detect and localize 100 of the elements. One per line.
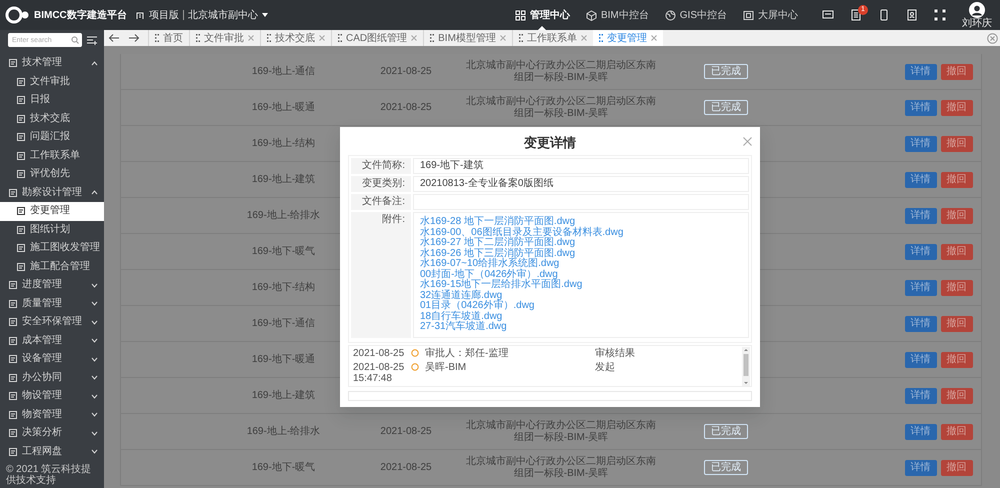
tab[interactable]: 文件审批 (189, 30, 260, 46)
cube-icon (586, 10, 597, 20)
chevron-down-icon (91, 412, 98, 418)
details-button[interactable]: 详情 (904, 172, 936, 188)
logo-icon[interactable] (4, 5, 30, 25)
details-button[interactable]: 详情 (904, 316, 936, 332)
menu-item[interactable]: 评优创先 (0, 165, 104, 184)
revoke-button[interactable]: 撤回 (940, 460, 972, 476)
revoke-button[interactable]: 撤回 (940, 280, 972, 296)
revoke-button[interactable]: 撤回 (940, 136, 972, 152)
details-button[interactable]: 详情 (904, 424, 936, 440)
details-button[interactable]: 详情 (904, 388, 936, 404)
attachment-link[interactable]: 水169-00、06图纸目录及主要设备材料表.dwg (420, 228, 742, 238)
chevron-down-icon (91, 375, 98, 380)
chevron-down-icon (91, 338, 98, 344)
scrollbar[interactable] (742, 346, 750, 386)
revoke-button[interactable]: 撤回 (940, 208, 972, 224)
attachment-link[interactable]: 01目录（0426外审）.dwg (420, 301, 742, 312)
back-icon[interactable] (108, 33, 120, 43)
table-cell: 2021-08-25 (380, 426, 432, 437)
menu-item[interactable]: 施工图收发管理 (0, 239, 104, 258)
menu-toggle-icon[interactable] (86, 35, 98, 45)
details-button[interactable]: 详情 (904, 136, 936, 152)
attachment-link[interactable]: 32连通道连廊.dwg (420, 290, 742, 301)
revoke-button[interactable]: 撤回 (940, 100, 972, 116)
menu-group[interactable]: 安全环保管理 (0, 313, 104, 332)
menu-item[interactable]: 施工配合管理 (0, 258, 104, 276)
attachment-link[interactable]: 27-31汽车坡道.dwg (420, 322, 742, 332)
menu-group[interactable]: 勘察设计管理 (0, 184, 104, 202)
modal-title: 变更详情 (523, 134, 577, 152)
menu-item[interactable]: 变更管理 (0, 202, 104, 220)
menu-item[interactable]: 日报 (0, 91, 104, 110)
menu-group[interactable]: 设备管理 (0, 350, 104, 368)
menu-group[interactable]: 物设管理 (0, 387, 104, 406)
table-cell-text: 北京城市副中心行政办公区二期启动区东南组团一标段-BIM-吴晖 (465, 420, 657, 444)
details-button[interactable]: 详情 (904, 460, 936, 476)
attachment-link[interactable]: 18自行车坡道.dwg (420, 312, 742, 322)
grid-icon (514, 10, 526, 20)
edition-label: 项目版 (148, 10, 179, 20)
attachment-link[interactable]: 水169-26 地下三层消防平面图.dwg (420, 248, 742, 259)
document-icon (8, 354, 18, 364)
table-cell-text: 北京城市副中心行政办公区二期启动区东南组团一标段-BIM-吴晖 (465, 60, 657, 84)
project-selector[interactable]: 北京城市副中心 (188, 10, 268, 20)
revoke-button[interactable]: 撤回 (940, 388, 972, 404)
attachment-link[interactable]: 水169-27 地下二层消防平面图.dwg (420, 238, 742, 248)
menu-item[interactable]: 技术交底 (0, 110, 104, 128)
nav-link[interactable]: GIS中控台 (664, 0, 727, 30)
document-icon (8, 391, 18, 402)
table-cell-text: 北京城市副中心行政办公区二期启动区东南组团一标段-BIM-吴晖 (465, 96, 657, 120)
menu-group[interactable]: 成本管理 (0, 332, 104, 350)
tab[interactable]: 技术交底 (260, 30, 331, 46)
apps-icon[interactable] (934, 9, 946, 21)
attachment-link[interactable]: 水169-28 地下一层消防平面图.dwg (420, 217, 742, 228)
details-button[interactable]: 详情 (904, 352, 936, 368)
search-icon[interactable] (71, 36, 79, 44)
menu-group[interactable]: 质量管理 (0, 294, 104, 313)
details-button[interactable]: 详情 (904, 280, 936, 296)
document-icon (8, 446, 18, 457)
document-icon (8, 298, 18, 309)
revoke-button[interactable]: 撤回 (940, 316, 972, 332)
menu-group[interactable]: 技术管理 (0, 54, 104, 72)
tab[interactable]: BIM模型管理 (423, 30, 512, 46)
revoke-button[interactable]: 撤回 (940, 352, 972, 368)
details-button[interactable]: 详情 (904, 64, 936, 80)
tab[interactable]: CAD图纸管理 (331, 30, 424, 46)
menu-item[interactable]: 图纸计划 (0, 220, 104, 239)
menu-group[interactable]: 办公协同 (0, 368, 104, 387)
tab[interactable]: 首页 (148, 30, 189, 46)
details-button[interactable]: 详情 (904, 244, 936, 260)
avatar-icon[interactable] (969, 2, 985, 18)
menu-item[interactable]: 问题汇报 (0, 128, 104, 146)
menu-item[interactable]: 工作联系单 (0, 146, 104, 165)
document-icon (16, 150, 26, 161)
forward-icon[interactable] (128, 33, 140, 43)
attachment-link[interactable]: 水169-15地下一层给排水平面图.dwg (420, 280, 742, 290)
revoke-button[interactable]: 撤回 (940, 424, 972, 440)
tab[interactable]: 变更管理 (592, 30, 663, 46)
phone-icon[interactable] (878, 9, 890, 21)
chevron-down-icon (91, 282, 98, 288)
nav-link[interactable]: 大屏中心 (743, 0, 798, 30)
details-button[interactable]: 详情 (904, 208, 936, 224)
revoke-button[interactable]: 撤回 (940, 172, 972, 188)
status-tag: 已完成 (704, 64, 748, 79)
menu-item[interactable]: 文件审批 (0, 72, 104, 91)
nav-link[interactable]: BIM中控台 (586, 0, 649, 30)
table-cell: 169-地下-通信 (252, 318, 316, 329)
globe-icon (664, 10, 676, 20)
menu-group[interactable]: 工程网盘 (0, 442, 104, 461)
details-button[interactable]: 详情 (904, 100, 936, 116)
revoke-button[interactable]: 撤回 (940, 64, 972, 80)
revoke-button[interactable]: 撤回 (940, 244, 972, 260)
monitor-icon[interactable] (822, 9, 834, 21)
menu-group[interactable]: 决策分析 (0, 424, 104, 442)
attachment-link[interactable]: 水169-07~10给排水系统图.dwg (420, 259, 742, 270)
document-icon (16, 169, 26, 180)
screen-icon (743, 10, 754, 20)
contact-icon[interactable] (906, 9, 918, 21)
menu-group[interactable]: 进度管理 (0, 276, 104, 294)
menu-group[interactable]: 物资管理 (0, 406, 104, 424)
attachment-link[interactable]: 00封面-地下（0426外审）.dwg (420, 270, 742, 280)
